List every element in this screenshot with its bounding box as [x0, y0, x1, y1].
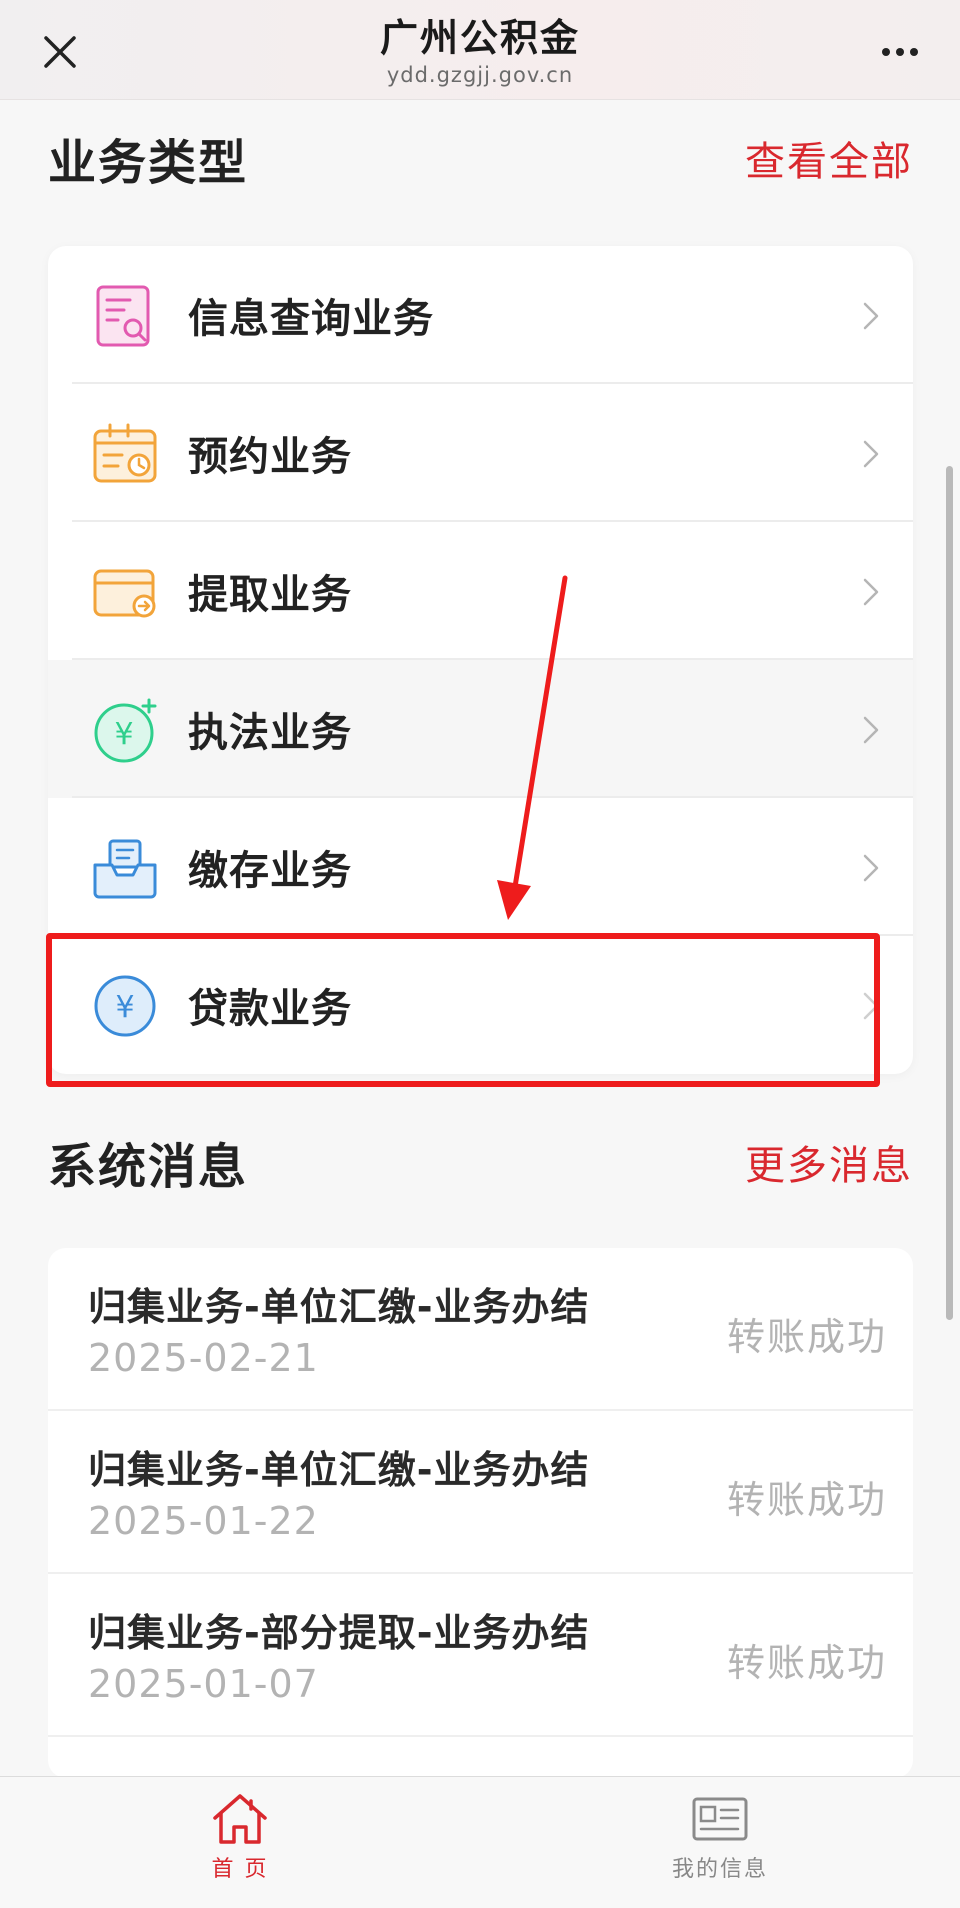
business-item-withdrawal[interactable]: 提取业务 [48, 522, 913, 660]
chevron-right-icon [863, 578, 879, 606]
bottom-tab-bar: 首 页 我的信息 [0, 1776, 960, 1908]
business-item-label: 提取业务 [188, 572, 352, 618]
message-status: 转账成功 [726, 1315, 887, 1359]
yuan-plus-circle-icon: ¥ [94, 698, 157, 763]
messages-section-title: 系统消息 [48, 1139, 249, 1195]
business-item-law-enforcement[interactable]: ¥ 执法业务 [48, 660, 913, 798]
more-dots-icon [882, 48, 890, 56]
message-item[interactable]: 归集业务-单位汇缴-业务办结 2025-02-21 转账成功 [48, 1248, 913, 1411]
id-card-icon [692, 1797, 748, 1841]
business-section-header: 业务类型 查看全部 [48, 128, 913, 191]
card-withdraw-icon [93, 569, 156, 618]
tab-home-label: 首 页 [211, 1857, 269, 1882]
chevron-right-icon [863, 302, 879, 330]
message-date: 2025-02-21 [88, 1336, 319, 1380]
view-all-link[interactable]: 查看全部 [745, 129, 913, 187]
top-navigation-bar: 广州公积金 ydd.gzgjj.gov.cn [0, 0, 960, 100]
document-search-icon [96, 285, 150, 347]
message-title: 归集业务-单位汇缴-业务办结 [88, 1285, 590, 1329]
message-status: 转账成功 [726, 1478, 887, 1522]
message-status: 转账成功 [726, 1641, 887, 1685]
chevron-right-icon [863, 440, 879, 468]
scrollbar[interactable] [946, 466, 953, 1320]
messages-list: 归集业务-单位汇缴-业务办结 2025-02-21 转账成功 归集业务-单位汇缴… [48, 1248, 913, 1778]
close-icon [44, 36, 76, 68]
svg-text:¥: ¥ [114, 717, 133, 752]
app-url: ydd.gzgjj.gov.cn [386, 63, 574, 87]
business-section-title: 业务类型 [48, 135, 249, 191]
highlight-box [46, 933, 880, 1087]
message-item[interactable]: 归集业务-部分提取-业务办结 2025-01-07 转账成功 [48, 1574, 913, 1737]
business-item-label: 预约业务 [188, 434, 352, 480]
more-options-button[interactable] [876, 28, 924, 76]
tab-my-info-label: 我的信息 [671, 1857, 768, 1882]
business-item-label: 缴存业务 [188, 848, 352, 894]
title-area: 广州公积金 ydd.gzgjj.gov.cn [230, 14, 730, 88]
message-item[interactable]: 归集业务-单位汇缴-业务办结 2025-01-22 转账成功 [48, 1411, 913, 1574]
app-title: 广州公积金 [379, 16, 580, 60]
inbox-tray-icon [93, 839, 157, 899]
home-icon [213, 1794, 267, 1844]
messages-section-header: 系统消息 更多消息 [48, 1132, 913, 1195]
business-item-deposit[interactable]: 缴存业务 [48, 798, 913, 936]
message-date: 2025-01-07 [88, 1662, 319, 1706]
tab-my-info[interactable]: 我的信息 [620, 1791, 820, 1891]
close-button[interactable] [36, 28, 84, 76]
business-item-appointment[interactable]: 预约业务 [48, 384, 913, 522]
message-date: 2025-01-22 [88, 1499, 319, 1543]
business-item-label: 执法业务 [188, 710, 352, 756]
business-item-info-query[interactable]: 信息查询业务 [48, 246, 913, 384]
chevron-right-icon [863, 854, 879, 882]
chevron-right-icon [863, 716, 879, 744]
divider [48, 1735, 913, 1737]
business-item-label: 信息查询业务 [188, 296, 434, 342]
more-messages-link[interactable]: 更多消息 [745, 1133, 913, 1191]
message-title: 归集业务-单位汇缴-业务办结 [88, 1448, 590, 1492]
tab-home[interactable]: 首 页 [140, 1791, 340, 1891]
message-title: 归集业务-部分提取-业务办结 [88, 1611, 590, 1655]
more-dots-icon [896, 48, 904, 56]
more-dots-icon [910, 48, 918, 56]
calendar-clock-icon [93, 423, 157, 483]
